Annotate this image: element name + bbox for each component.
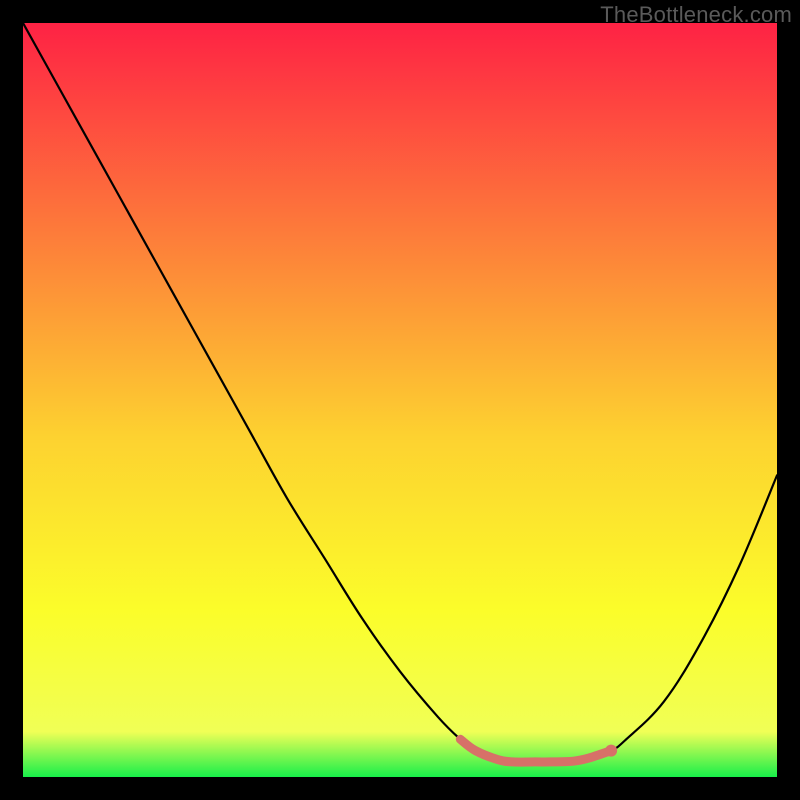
watermark-text: TheBottleneck.com [600, 2, 792, 28]
chart-frame: TheBottleneck.com [0, 0, 800, 800]
bottleneck-chart [23, 23, 777, 777]
marker-dot [605, 745, 617, 757]
gradient-background [23, 23, 777, 777]
plot-area [23, 23, 777, 777]
